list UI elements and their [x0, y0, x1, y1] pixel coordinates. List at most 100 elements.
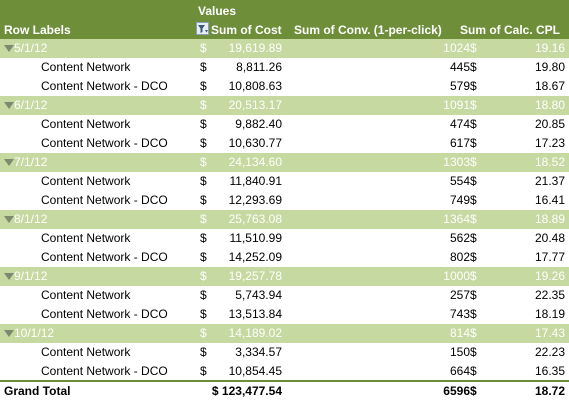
date-group-row[interactable]: 9/1/12 $19,257.78 1000 $19.26	[0, 267, 569, 286]
detail-cpl-currency: $	[470, 136, 477, 150]
sum-of-cost-header[interactable]: Sum of Cost	[211, 23, 282, 37]
network-label: Content Network	[41, 117, 131, 131]
date-group-row[interactable]: 5/1/12 $19,619.89 1024 $19.16	[0, 39, 569, 58]
grand-total-conv: 6596	[443, 384, 470, 398]
detail-row[interactable]: Content Network - DCO $10,808.63 579 $18.67	[0, 77, 569, 96]
detail-conv: 664	[449, 364, 470, 378]
date-group-label: 10/1/12	[14, 326, 55, 340]
group-cpl: 19.16	[534, 41, 565, 55]
group-cost: 20,513.17	[228, 98, 282, 112]
detail-cpl-currency: $	[470, 174, 477, 188]
detail-row[interactable]: Content Network $11,840.91 554 $21.37	[0, 172, 569, 191]
detail-cost-currency: $	[200, 307, 207, 321]
detail-conv: 257	[449, 288, 470, 302]
detail-cost: 10,630.77	[228, 136, 282, 150]
filter-dropdown-button[interactable]	[196, 22, 209, 35]
detail-cost-currency: $	[200, 174, 207, 188]
row-labels-header[interactable]: Row Labels	[4, 23, 71, 37]
group-cost-currency: $	[200, 212, 207, 226]
date-group-row[interactable]: 7/1/12 $24,134.60 1303 $18.52	[0, 153, 569, 172]
collapse-triangle-icon[interactable]	[4, 273, 14, 280]
grand-total-label: Grand Total	[4, 384, 71, 398]
detail-cost: 8,811.26	[236, 60, 282, 74]
detail-cpl-currency: $	[470, 288, 477, 302]
group-cpl-currency: $	[470, 326, 477, 340]
group-cost: 24,134.60	[228, 155, 282, 169]
detail-cpl: 18.19	[534, 307, 565, 321]
collapse-triangle-icon[interactable]	[4, 216, 14, 223]
group-cost-currency: $	[200, 269, 207, 283]
detail-row[interactable]: Content Network $9,882.40 474 $20.85	[0, 115, 569, 134]
group-cost-currency: $	[200, 155, 207, 169]
detail-row[interactable]: Content Network - DCO $13,513.84 743 $18.19	[0, 305, 569, 324]
detail-cpl: 16.35	[534, 364, 565, 378]
detail-cpl-currency: $	[470, 364, 477, 378]
network-label: Content Network - DCO	[41, 193, 168, 207]
detail-conv: 562	[449, 231, 470, 245]
collapse-triangle-icon[interactable]	[4, 45, 14, 52]
group-cost-currency: $	[200, 98, 207, 112]
date-group-row[interactable]: 8/1/12 $25,763.08 1364 $18.89	[0, 210, 569, 229]
detail-row[interactable]: Content Network $5,743.94 257 $22.35	[0, 286, 569, 305]
date-group-row[interactable]: 6/1/12 $20,513.17 1091 $18.80	[0, 96, 569, 115]
detail-cost-currency: $	[200, 250, 207, 264]
detail-cost: 13,513.84	[228, 307, 282, 321]
sum-of-conv-header[interactable]: Sum of Conv. (1-per-click)	[294, 23, 442, 37]
detail-cpl-currency: $	[470, 250, 477, 264]
detail-cost-currency: $	[200, 60, 207, 74]
group-cpl: 18.80	[534, 98, 565, 112]
detail-row[interactable]: Content Network $8,811.26 445 $19.80	[0, 58, 569, 77]
sum-of-cpl-header[interactable]: Sum of Calc. CPL	[460, 23, 560, 37]
detail-conv: 579	[449, 79, 470, 93]
date-group-row[interactable]: 10/1/12 $14,189.02 814 $17.43	[0, 324, 569, 343]
collapse-triangle-icon[interactable]	[4, 102, 14, 109]
network-label: Content Network	[41, 288, 131, 302]
network-label: Content Network	[41, 174, 131, 188]
date-group-label: 8/1/12	[14, 212, 48, 226]
detail-conv: 554	[449, 174, 470, 188]
group-cpl-currency: $	[470, 212, 477, 226]
detail-cost: 11,510.99	[229, 231, 283, 245]
group-cost-currency: $	[200, 41, 207, 55]
detail-cost: 11,840.91	[229, 174, 283, 188]
grand-total-row: Grand Total $ 123,477.54 6596 $ 18.72	[0, 380, 569, 402]
network-label: Content Network - DCO	[41, 136, 168, 150]
detail-row[interactable]: Content Network - DCO $10,630.77 617 $17.23	[0, 134, 569, 153]
group-cost: 25,763.08	[228, 212, 282, 226]
detail-row[interactable]: Content Network - DCO $10,854.45 664 $16.35	[0, 362, 569, 381]
date-group-label: 6/1/12	[14, 98, 48, 112]
detail-cpl: 17.23	[534, 136, 565, 150]
grand-total-cpl-currency: $	[470, 384, 477, 398]
values-caption: Values	[198, 4, 237, 18]
grand-total-cpl: 18.72	[534, 384, 565, 398]
collapse-triangle-icon[interactable]	[4, 330, 14, 337]
detail-conv: 802	[449, 250, 470, 264]
network-label: Content Network - DCO	[41, 250, 168, 264]
detail-cpl-currency: $	[470, 117, 477, 131]
detail-row[interactable]: Content Network - DCO $12,293.69 749 $16.41	[0, 191, 569, 210]
detail-cost: 5,743.94	[235, 288, 282, 302]
detail-cost-currency: $	[200, 231, 207, 245]
group-conv: 814	[449, 326, 470, 340]
detail-row[interactable]: Content Network $3,334.57 150 $22.23	[0, 343, 569, 362]
group-conv: 1024	[443, 41, 470, 55]
group-cpl-currency: $	[470, 155, 477, 169]
date-group-label: 5/1/12	[14, 41, 48, 55]
collapse-triangle-icon[interactable]	[4, 159, 14, 166]
detail-row[interactable]: Content Network - DCO $14,252.09 802 $17.77	[0, 248, 569, 267]
date-group-label: 7/1/12	[14, 155, 48, 169]
detail-cost-currency: $	[200, 136, 207, 150]
detail-cost: 9,882.40	[235, 117, 282, 131]
detail-cpl: 22.35	[534, 288, 565, 302]
detail-cpl: 16.41	[534, 193, 565, 207]
detail-cost-currency: $	[200, 79, 207, 93]
detail-cpl: 20.48	[534, 231, 565, 245]
network-label: Content Network	[41, 345, 131, 359]
detail-row[interactable]: Content Network $11,510.99 562 $20.48	[0, 229, 569, 248]
group-cpl-currency: $	[470, 98, 477, 112]
detail-cpl: 18.67	[534, 79, 565, 93]
detail-cost-currency: $	[200, 345, 207, 359]
pivot-header: Values Row Labels Sum of Cost Sum of Con…	[0, 0, 569, 39]
group-cpl-currency: $	[470, 41, 477, 55]
group-cpl: 18.52	[534, 155, 565, 169]
